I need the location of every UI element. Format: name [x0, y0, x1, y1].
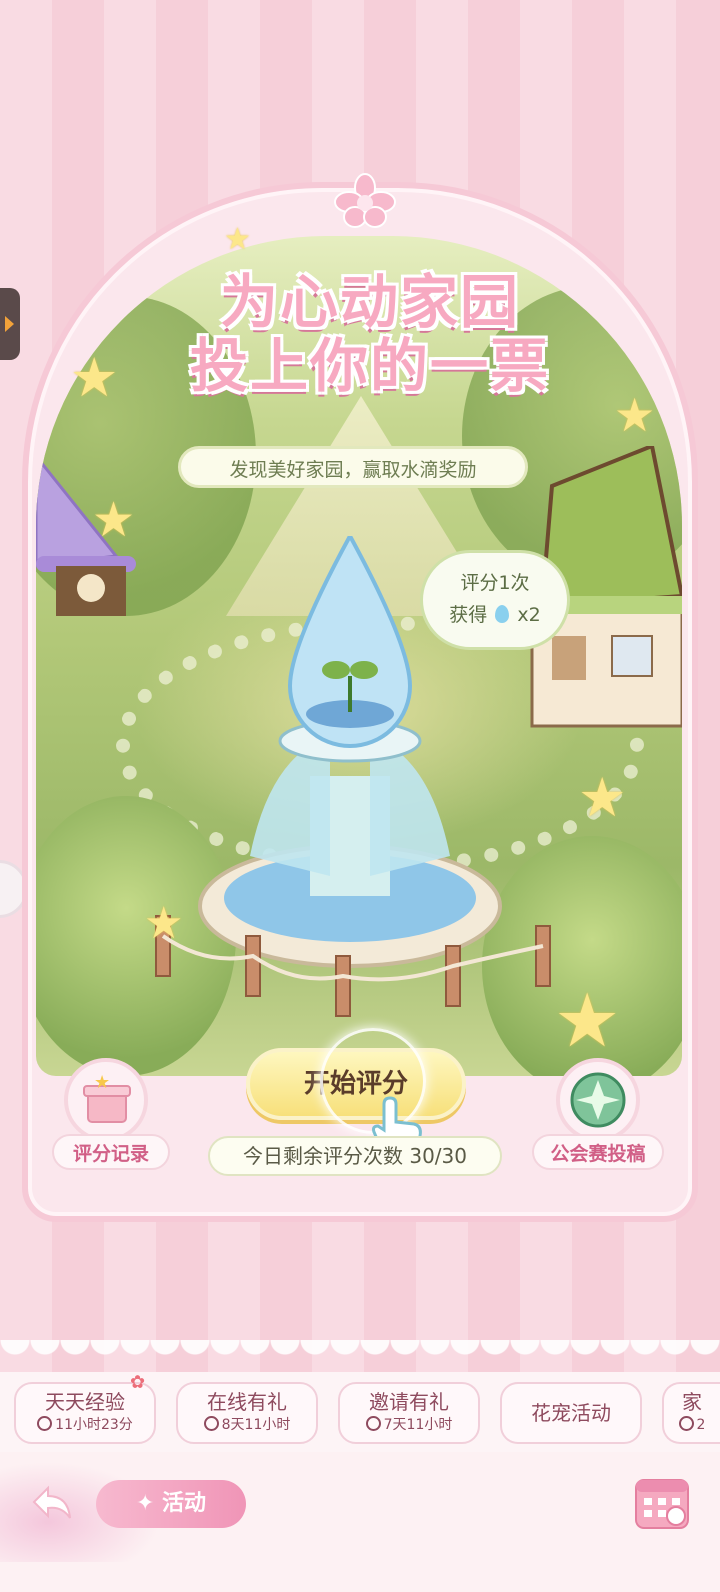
lace-border — [0, 1340, 720, 1370]
event-title: 为心动家园 投上你的一票 — [130, 270, 610, 398]
tab-label: 花宠活动 — [531, 1401, 611, 1425]
bubble-line-1: 评分1次 — [460, 572, 530, 594]
green-gem-icon — [570, 1072, 626, 1128]
tab-label: 在线有礼 — [207, 1390, 287, 1414]
tab-label: 邀请有礼 — [369, 1390, 449, 1414]
tab-label: 天天经验 — [45, 1390, 125, 1414]
activity-label: 活动 — [162, 1491, 207, 1516]
remaining-value: 30/30 — [409, 1144, 467, 1168]
guild-submit-label[interactable]: 公会赛投稿 — [532, 1134, 664, 1170]
side-panel-handle[interactable] — [0, 288, 20, 360]
rating-record-button[interactable]: ★ — [64, 1058, 148, 1142]
guild-submit-button[interactable] — [556, 1058, 640, 1142]
flower-badge-icon: ✿ — [130, 1372, 146, 1393]
calendar-icon[interactable] — [632, 1472, 692, 1532]
back-arrow-icon[interactable] — [30, 1484, 74, 1522]
flower-ornament-icon — [334, 173, 396, 228]
remaining-count: 今日剩余评分次数 30/30 — [208, 1136, 502, 1176]
tab-invite-gift[interactable]: 邀请有礼 7天11小时 — [338, 1382, 480, 1444]
bubble-line-2-prefix: 获得 — [449, 604, 488, 626]
reward-bubble: 评分1次 获得 x2 — [420, 550, 570, 650]
clock-icon — [203, 1416, 219, 1431]
sparkle-icon: ✦ — [135, 1491, 163, 1516]
gift-box-icon: ★ — [83, 1072, 131, 1123]
tab-time: 11小时23分 — [55, 1417, 133, 1433]
tab-online-gift[interactable]: 在线有礼 8天11小时 — [176, 1382, 318, 1444]
tab-flower-pet[interactable]: 花宠活动 — [500, 1382, 642, 1444]
tab-time: 7天11小时 — [383, 1417, 453, 1433]
tab-time: 8天11小时 — [221, 1417, 291, 1433]
svg-text:★: ★ — [94, 1072, 110, 1093]
water-drop-icon — [495, 605, 510, 623]
rating-record-label[interactable]: 评分记录 — [52, 1134, 170, 1170]
clock-icon — [37, 1416, 53, 1431]
clock-icon — [365, 1416, 381, 1431]
fence — [155, 915, 551, 1017]
tab-label: 家 — [682, 1390, 702, 1414]
title-line-2: 投上你的一票 — [189, 332, 550, 400]
event-subtitle: 发现美好家园，赢取水滴奖励 — [178, 446, 528, 488]
bubble-line-2-suffix: x2 — [517, 604, 541, 626]
activity-button[interactable]: ✦ 活动 — [96, 1480, 246, 1528]
title-line-1: 为心动家园 — [219, 268, 520, 336]
tab-time: 2 — [696, 1417, 706, 1433]
clock-icon — [678, 1416, 694, 1431]
tab-home[interactable]: 家 2 — [662, 1382, 720, 1444]
remaining-label: 今日剩余评分次数 — [243, 1144, 403, 1168]
